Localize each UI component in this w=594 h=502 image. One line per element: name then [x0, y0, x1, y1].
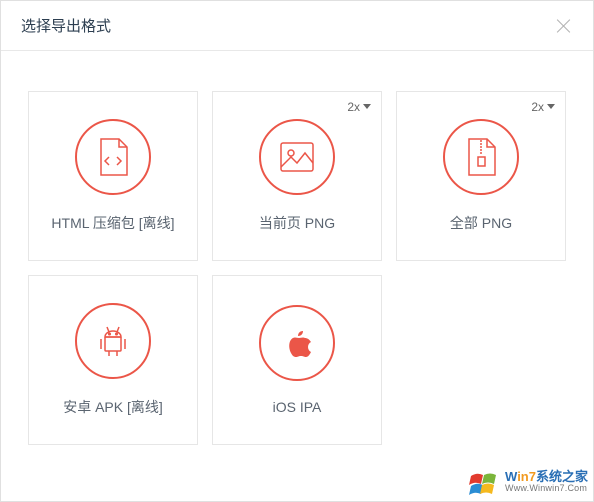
export-option-current-png[interactable]: 2x 当前页 PNG — [212, 91, 382, 261]
dialog-title: 选择导出格式 — [21, 15, 111, 36]
card-label: 当前页 PNG — [259, 213, 335, 233]
chevron-down-icon — [363, 104, 371, 110]
chevron-down-icon — [547, 104, 555, 110]
image-icon — [259, 119, 335, 195]
scale-badge[interactable]: 2x — [531, 100, 555, 114]
export-format-dialog: 选择导出格式 HTML 压缩包 [离线] 2x — [0, 0, 594, 502]
scale-value: 2x — [531, 100, 544, 114]
card-label: HTML 压缩包 [离线] — [51, 213, 174, 233]
format-grid: HTML 压缩包 [离线] 2x 当前页 PNG 2x — [1, 51, 593, 469]
dialog-header: 选择导出格式 — [1, 1, 593, 51]
windows-logo-icon — [469, 468, 501, 496]
export-option-ios-ipa[interactable]: iOS IPA — [212, 275, 382, 445]
card-label: 安卓 APK [离线] — [63, 397, 163, 417]
export-option-html-zip[interactable]: HTML 压缩包 [离线] — [28, 91, 198, 261]
zip-icon — [443, 119, 519, 195]
apple-icon — [259, 305, 335, 381]
close-icon[interactable] — [555, 17, 573, 35]
export-option-all-png[interactable]: 2x 全部 PNG — [396, 91, 566, 261]
android-icon — [75, 303, 151, 379]
code-file-icon — [75, 119, 151, 195]
card-label: iOS IPA — [273, 399, 322, 415]
scale-value: 2x — [347, 100, 360, 114]
watermark-text: Win7系统之家 Www.Winwin7.Com — [505, 470, 588, 493]
export-option-android-apk[interactable]: 安卓 APK [离线] — [28, 275, 198, 445]
scale-badge[interactable]: 2x — [347, 100, 371, 114]
watermark: Win7系统之家 Www.Winwin7.Com — [469, 468, 588, 496]
card-label: 全部 PNG — [450, 213, 512, 233]
